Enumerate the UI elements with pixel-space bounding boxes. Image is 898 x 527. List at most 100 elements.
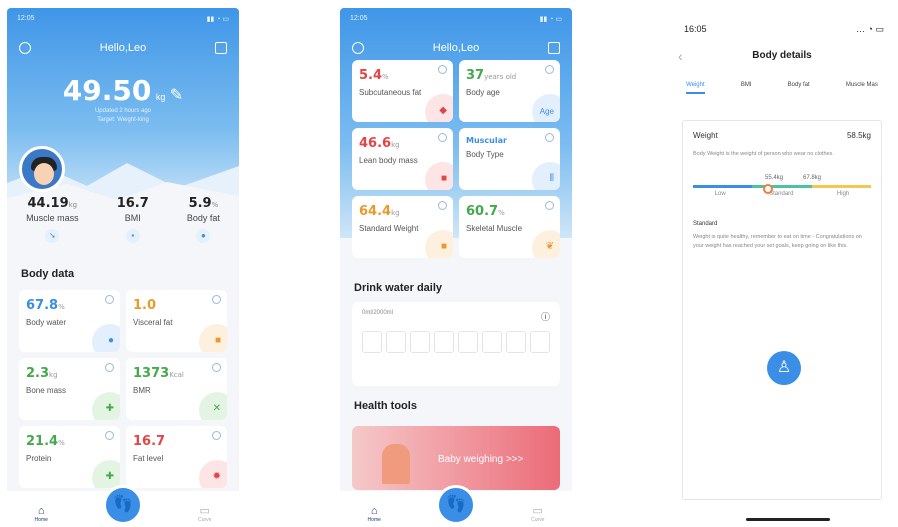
body-type-icon: ⦀ bbox=[549, 173, 554, 184]
settings-icon[interactable] bbox=[352, 42, 364, 54]
card-bmr[interactable]: 1373Kcal BMR ✕ bbox=[126, 358, 227, 420]
settings-icon[interactable] bbox=[19, 42, 31, 54]
age-tag: Age bbox=[539, 107, 554, 116]
greeting: Hello,Leo bbox=[432, 42, 480, 54]
stat-bmi[interactable]: 16.7 BMI ▪ bbox=[117, 196, 149, 251]
cup-icon[interactable] bbox=[434, 331, 454, 353]
info-icon[interactable] bbox=[105, 295, 114, 304]
stat-body-fat[interactable]: 5.9% Body fat ● bbox=[187, 196, 220, 251]
info-icon[interactable] bbox=[212, 363, 221, 372]
cup-icon[interactable] bbox=[410, 331, 430, 353]
card-fat-level[interactable]: 16.7 Fat level ✹ bbox=[126, 426, 227, 488]
drink-title: Drink water daily bbox=[354, 282, 443, 294]
baby-illustration bbox=[382, 444, 410, 484]
card-subcutaneous-fat[interactable]: 5.4% Subcutaneous fat ◆ bbox=[352, 60, 453, 122]
cup-icon[interactable] bbox=[362, 331, 382, 353]
card-bone-mass[interactable]: 2.3kg Bone mass ✚ bbox=[19, 358, 120, 420]
fat-level-icon: ✹ bbox=[212, 471, 221, 482]
footprint-button[interactable]: 👣 bbox=[102, 485, 143, 525]
cup-icon[interactable] bbox=[530, 331, 550, 353]
tab-curve[interactable]: ▭ Curve bbox=[198, 504, 211, 523]
tab-body-fat[interactable]: Body fat bbox=[788, 82, 810, 94]
bone-icon: ✚ bbox=[105, 403, 114, 414]
info-icon[interactable] bbox=[545, 201, 554, 210]
status-icons: … ◔ ▭ bbox=[856, 24, 884, 34]
curve-icon: ▭ bbox=[532, 505, 543, 517]
subcutaneous-icon: ◆ bbox=[439, 105, 447, 116]
info-icon[interactable] bbox=[105, 363, 114, 372]
home-screen: 12:05 ▮▮ ◔ ▭ Hello,Leo 49.50 kg ✎ Updated… bbox=[7, 8, 239, 527]
message-icon[interactable] bbox=[547, 42, 560, 54]
bmi-icon: ▪ bbox=[125, 229, 140, 243]
scale-icon: ■ bbox=[440, 241, 447, 252]
curve-icon: ▭ bbox=[199, 505, 210, 517]
footprint-button[interactable]: 👣 bbox=[435, 485, 476, 525]
home-icon: ⌂ bbox=[37, 505, 45, 517]
info-icon[interactable] bbox=[545, 65, 554, 74]
body-details-screen: 16:05… ◔ ▭ ‹ Body details Weight BMI Bod… bbox=[668, 8, 896, 527]
drink-water-card[interactable]: 0ml/2000ml ⓘ bbox=[352, 302, 560, 386]
info-icon[interactable] bbox=[438, 65, 447, 74]
card-protein[interactable]: 21.4% Protein ✚ bbox=[19, 426, 120, 488]
item-description: Body Weight is the weight of person who … bbox=[693, 151, 834, 157]
message-icon[interactable] bbox=[214, 42, 227, 54]
info-icon[interactable] bbox=[438, 201, 447, 210]
status-icons: ▮▮ ◔ ▭ bbox=[206, 16, 229, 23]
tab-muscle-mass[interactable]: Muscle Mas bbox=[846, 82, 878, 94]
summary-stats: 44.19kg Muscle mass ➘ 16.7 BMI ▪ 5.9% Body fa… bbox=[7, 196, 239, 251]
leaf-icon: ❦ bbox=[545, 241, 554, 252]
person-icon: ♙ bbox=[767, 351, 801, 385]
bmr-icon: ✕ bbox=[212, 403, 221, 414]
status-time: 12:05 bbox=[350, 15, 368, 22]
section-title: Body data bbox=[21, 268, 75, 280]
scale-marker bbox=[763, 184, 773, 194]
tab-home[interactable]: ⌂ Home bbox=[35, 505, 48, 523]
home-screen-scrolled: 12:05 ▮▮ ◔ ▭ Hello,Leo 5.4% Subcutaneous f… bbox=[340, 8, 572, 527]
muscle-icon: ➘ bbox=[45, 229, 60, 243]
tab-curve[interactable]: ▭ Curve bbox=[531, 504, 544, 523]
tab-weight[interactable]: Weight bbox=[686, 82, 705, 94]
card-body-type[interactable]: Muscular Body Type ⦀ bbox=[459, 128, 560, 190]
info-icon[interactable] bbox=[438, 133, 447, 142]
avatar[interactable] bbox=[19, 146, 65, 192]
status-time: 12:05 bbox=[17, 15, 35, 22]
cup-icon[interactable] bbox=[386, 331, 406, 353]
card-body-water[interactable]: 67.8% Body water ● bbox=[19, 290, 120, 352]
lean-mass-icon: ■ bbox=[440, 173, 447, 184]
card-skeletal-muscle[interactable]: 60.7% Skeletal Muscle ❦ bbox=[459, 196, 560, 258]
info-icon[interactable]: ⓘ bbox=[541, 310, 550, 323]
footprint-icon: 👣 bbox=[446, 496, 466, 513]
status-label: Standard bbox=[693, 221, 718, 227]
tab-bmi[interactable]: BMI bbox=[741, 82, 752, 94]
info-icon[interactable] bbox=[212, 295, 221, 304]
card-standard-weight[interactable]: 64.4kg Standard Weight ■ bbox=[352, 196, 453, 258]
stat-muscle-mass[interactable]: 44.19kg Muscle mass ➘ bbox=[26, 196, 79, 251]
weight-display: 49.50 kg ✎ Updated 2 hours ago Target: W… bbox=[7, 74, 239, 125]
info-icon[interactable] bbox=[545, 133, 554, 142]
tab-home[interactable]: ⌂ Home bbox=[368, 505, 381, 523]
weight-unit: kg bbox=[155, 92, 166, 102]
info-icon[interactable] bbox=[105, 431, 114, 440]
card-body-age[interactable]: 37years old Body age Age bbox=[459, 60, 560, 122]
edit-icon[interactable]: ✎ bbox=[170, 87, 183, 104]
water-cups bbox=[352, 331, 560, 353]
detail-panel: Weight 58.5kg Body Weight is the weight o… bbox=[682, 120, 882, 500]
item-name: Weight bbox=[693, 131, 718, 140]
baby-weighing-banner[interactable]: Baby weighing >>> bbox=[352, 426, 560, 490]
item-value: 58.5kg bbox=[846, 131, 871, 140]
detail-tabs: Weight BMI Body fat Muscle Mas bbox=[668, 82, 896, 94]
body-fat-icon: ● bbox=[196, 229, 211, 243]
banner-text: Baby weighing >>> bbox=[438, 454, 524, 465]
info-icon[interactable] bbox=[212, 431, 221, 440]
drink-value: 0ml/2000ml bbox=[362, 310, 394, 316]
card-lean-body-mass[interactable]: 46.6kg Lean body mass ■ bbox=[352, 128, 453, 190]
card-visceral-fat[interactable]: 1.0 Visceral fat ■ bbox=[126, 290, 227, 352]
weight-value: 49.50 bbox=[62, 74, 152, 107]
cup-icon[interactable] bbox=[482, 331, 502, 353]
body-data-grid: 5.4% Subcutaneous fat ◆ 37years old Body ag… bbox=[352, 60, 560, 258]
status-icons: ▮▮ ◔ ▭ bbox=[539, 16, 562, 23]
cup-icon[interactable] bbox=[506, 331, 526, 353]
cup-icon[interactable] bbox=[458, 331, 478, 353]
protein-icon: ✚ bbox=[105, 471, 114, 482]
weight-scale: 55.4kg 67.8kg Low Standard High bbox=[693, 175, 871, 215]
